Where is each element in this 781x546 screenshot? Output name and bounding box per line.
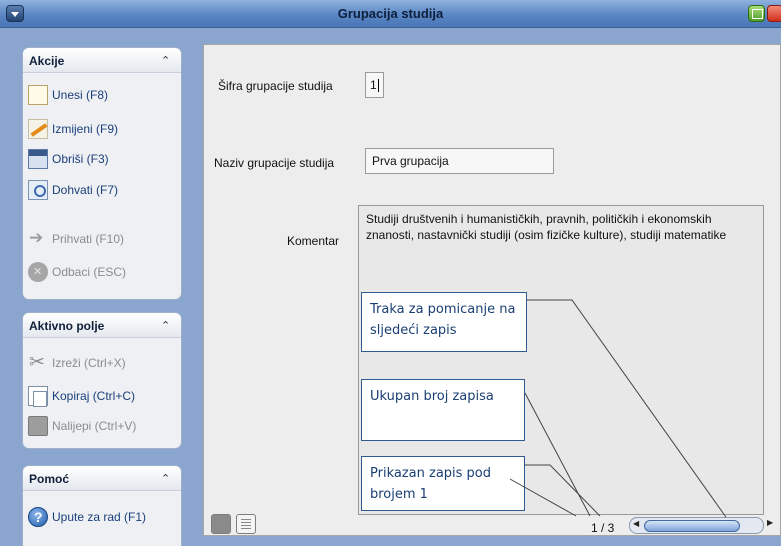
section-title: Aktivno polje [29,319,105,333]
window-title-bar: Grupacija studija [0,0,781,28]
action-kopiraj[interactable]: Kopiraj (Ctrl+C) [28,385,135,407]
section-aktivno-polje: Aktivno polje ⌃ Izreži (Ctrl+X) Kopiraj … [22,312,182,449]
edit-icon [28,119,48,139]
callout-total-records: Ukupan broj zapisa [361,379,525,441]
accept-arrow-icon [28,228,48,249]
record-counter: 1 / 3 [591,521,615,535]
section-title: Pomoć [29,472,70,486]
naziv-label: Naziv grupacije studija [214,156,335,170]
callout-scroll-bar: Traka za pomicanje na sljedeći zapis [361,292,527,352]
action-label: Odbaci (ESC) [52,265,127,279]
action-upute[interactable]: Upute za rad (F1) [28,506,146,528]
sifra-input[interactable]: 1 [365,72,384,98]
komentar-label: Komentar [287,234,340,248]
scroll-right-icon[interactable] [764,517,779,534]
action-dohvati[interactable]: Dohvati (F7) [28,179,118,201]
action-label: Nalijepi (Ctrl+V) [52,419,137,433]
scissors-icon [28,351,48,374]
action-obrisi[interactable]: Obriši (F3) [28,148,109,170]
action-odbaci[interactable]: Odbaci (ESC) [28,261,126,283]
action-prihvati[interactable]: Prihvati (F10) [28,228,124,250]
sifra-value: 1 [370,78,377,92]
close-button[interactable] [767,5,781,22]
paste-icon [28,416,48,436]
maximize-button[interactable] [748,5,765,22]
footer-button-2[interactable] [236,514,256,534]
action-label: Izreži (Ctrl+X) [52,356,126,370]
naziv-input[interactable]: Prva grupacija [365,148,554,174]
action-izmijeni[interactable]: Izmijeni (F9) [28,118,118,140]
collapse-icon[interactable]: ⌃ [161,472,170,485]
action-label: Kopiraj (Ctrl+C) [52,389,136,403]
action-label: Obriši (F3) [52,152,109,166]
sidebar: Akcije ⌃ Unesi (F8) Izmijeni (F9) Obriši… [0,28,197,546]
action-label: Dohvati (F7) [52,183,119,197]
action-izrezi[interactable]: Izreži (Ctrl+X) [28,351,126,374]
collapse-icon[interactable]: ⌃ [161,319,170,332]
action-label: Upute za rad (F1) [52,510,147,524]
action-label: Unesi (F8) [52,88,109,102]
action-unesi[interactable]: Unesi (F8) [28,84,108,106]
section-akcije: Akcije ⌃ Unesi (F8) Izmijeni (F9) Obriši… [22,47,182,300]
callout-shown-record: Prikazan zapis pod brojem 1 [361,456,525,511]
section-header[interactable]: Akcije ⌃ [23,48,181,73]
section-title: Akcije [29,54,65,68]
section-header[interactable]: Aktivno polje ⌃ [23,313,181,338]
action-nalijepi[interactable]: Nalijepi (Ctrl+V) [28,415,136,437]
action-label: Izmijeni (F9) [52,122,119,136]
new-record-icon [28,85,48,105]
delete-icon [28,149,48,169]
cancel-icon [28,262,48,282]
window-title: Grupacija studija [337,6,444,21]
scroll-left-icon[interactable] [630,518,643,533]
scroll-thumb[interactable] [644,520,740,532]
section-header[interactable]: Pomoć ⌃ [23,466,181,491]
help-icon [28,507,48,527]
action-label: Prihvati (F10) [52,232,125,246]
record-scrollbar[interactable] [629,517,764,534]
sifra-label: Šifra grupacije studija [218,79,333,93]
fetch-icon [28,180,48,200]
copy-icon [28,386,48,407]
collapse-icon[interactable]: ⌃ [161,54,170,67]
footer-button-1[interactable] [211,514,231,534]
section-pomoc: Pomoć ⌃ Upute za rad (F1) [22,465,182,546]
